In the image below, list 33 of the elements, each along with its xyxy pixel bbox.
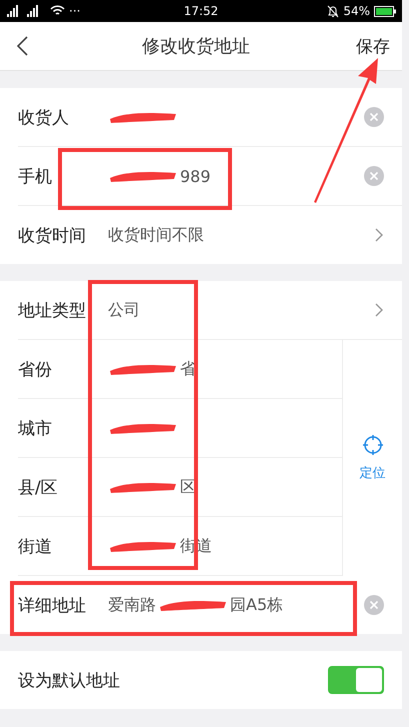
clear-icon[interactable] (364, 107, 384, 127)
field-label: 手机 (18, 166, 53, 188)
field-value: 收货时间不限 (108, 224, 204, 246)
field-value: 园A5栋 (230, 594, 284, 616)
field-value: 公司 (108, 300, 140, 320)
field-label: 收货人 (18, 106, 70, 128)
status-time: 17:52 (184, 4, 218, 18)
field-value: 爱南路 (108, 594, 156, 616)
crosshair-icon (362, 434, 384, 456)
field-label: 省份 (18, 358, 53, 380)
field-label: 收货时间 (18, 224, 87, 246)
field-label: 地址类型 (18, 300, 87, 322)
battery-percent: 54% (343, 4, 370, 18)
chevron-icon[interactable] (374, 302, 384, 318)
default-toggle[interactable] (328, 666, 384, 694)
locate-button[interactable]: 定位 (342, 340, 402, 576)
field-label: 街道 (18, 536, 53, 558)
wifi-icon (50, 5, 65, 17)
status-dots: ··· (69, 4, 80, 18)
field-value: 989 (180, 166, 211, 186)
field-value: 区 (180, 476, 196, 498)
clear-icon[interactable] (364, 166, 384, 186)
field-label: 详细地址 (18, 594, 87, 616)
field-label: 城市 (18, 418, 53, 440)
field-label: 设为默认地址 (18, 670, 121, 692)
save-button[interactable]: 保存 (356, 34, 390, 58)
field-label: 县/区 (18, 476, 59, 498)
battery-icon (374, 6, 396, 16)
field-value: 省 (180, 358, 196, 380)
page-title: 修改收货地址 (141, 35, 251, 58)
bell-off-icon (327, 4, 340, 18)
clear-icon[interactable] (364, 595, 384, 615)
chevron-icon[interactable] (374, 227, 384, 243)
